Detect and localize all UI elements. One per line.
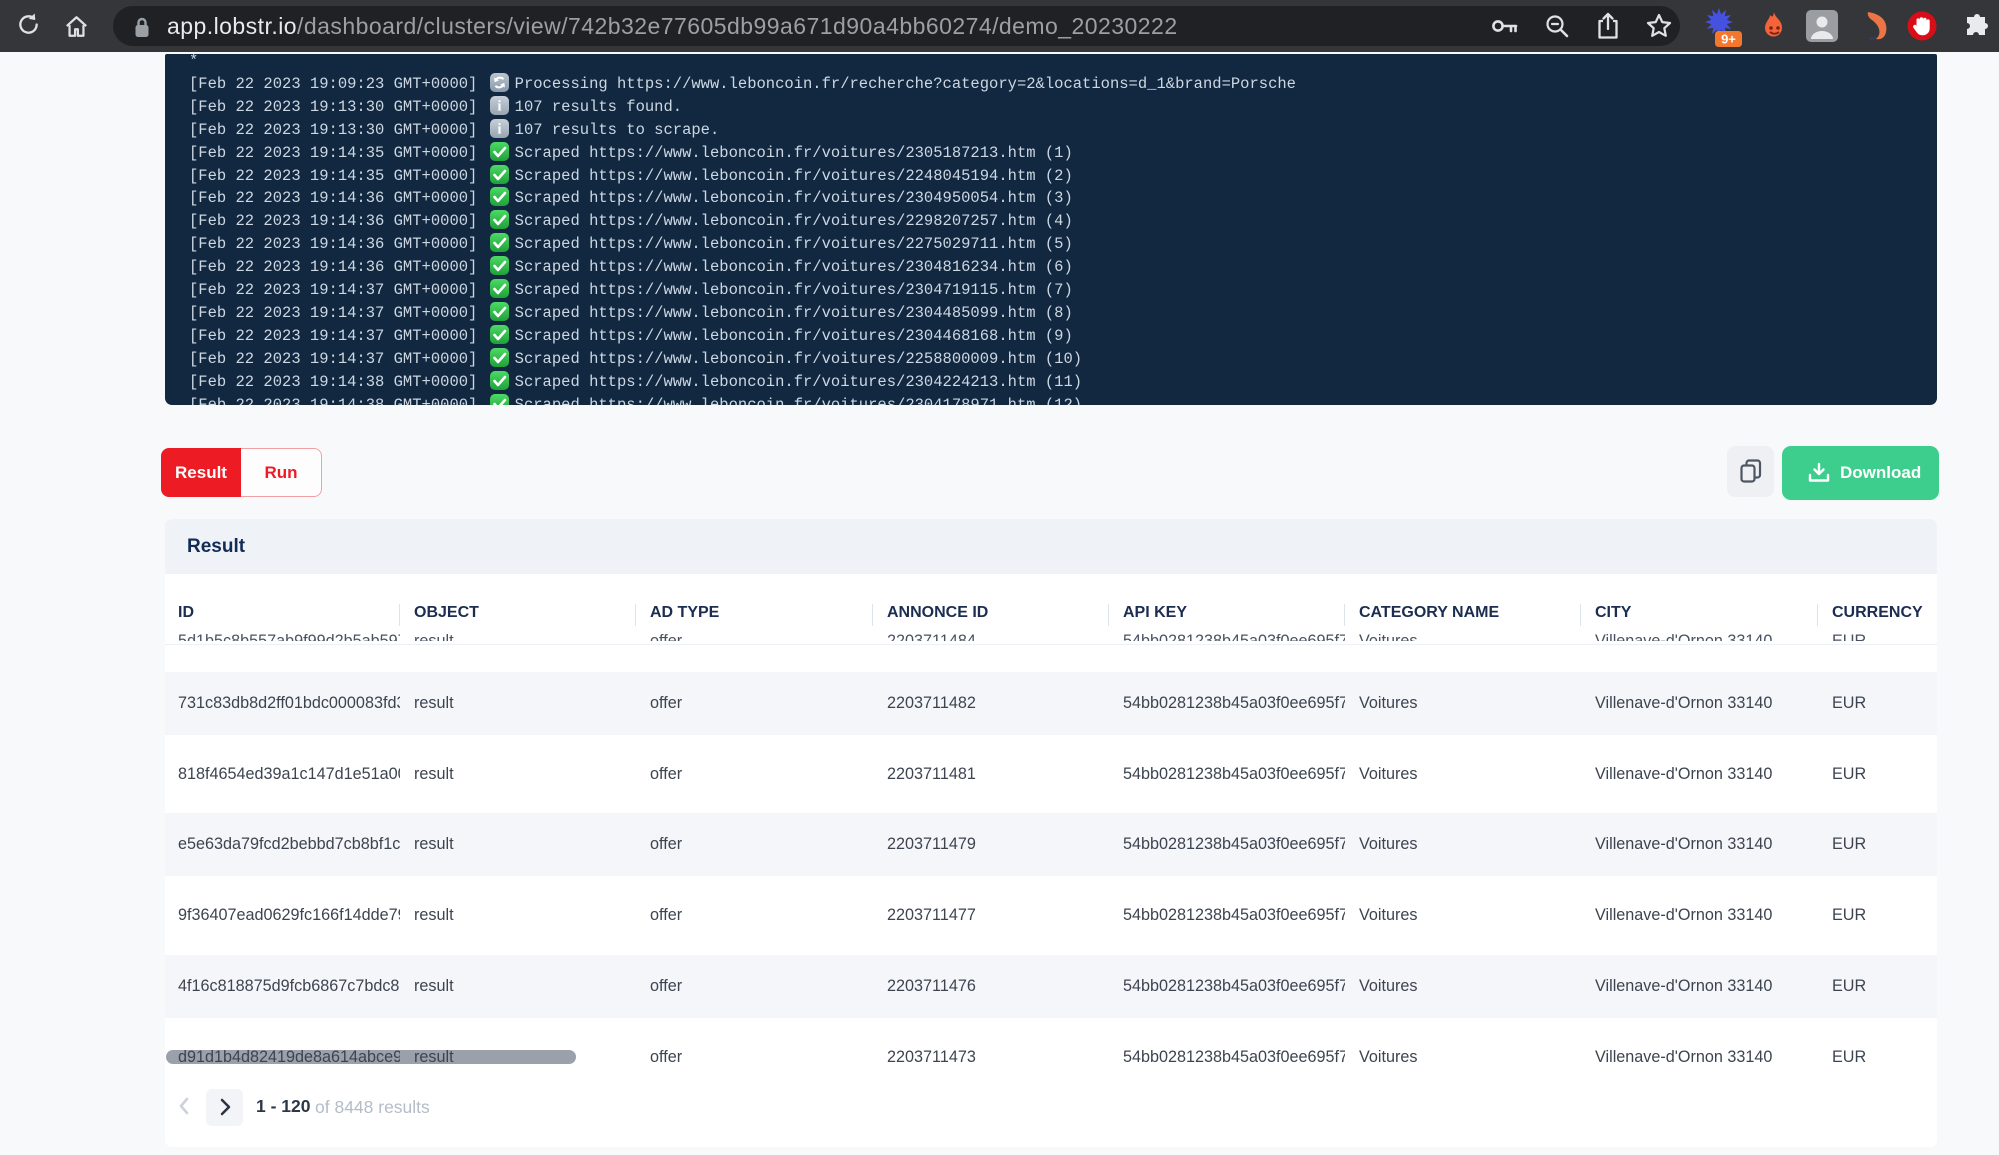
svg-text:9+: 9+: [1721, 32, 1736, 47]
svg-text:i: i: [497, 121, 501, 137]
svg-text:i: i: [497, 98, 501, 114]
